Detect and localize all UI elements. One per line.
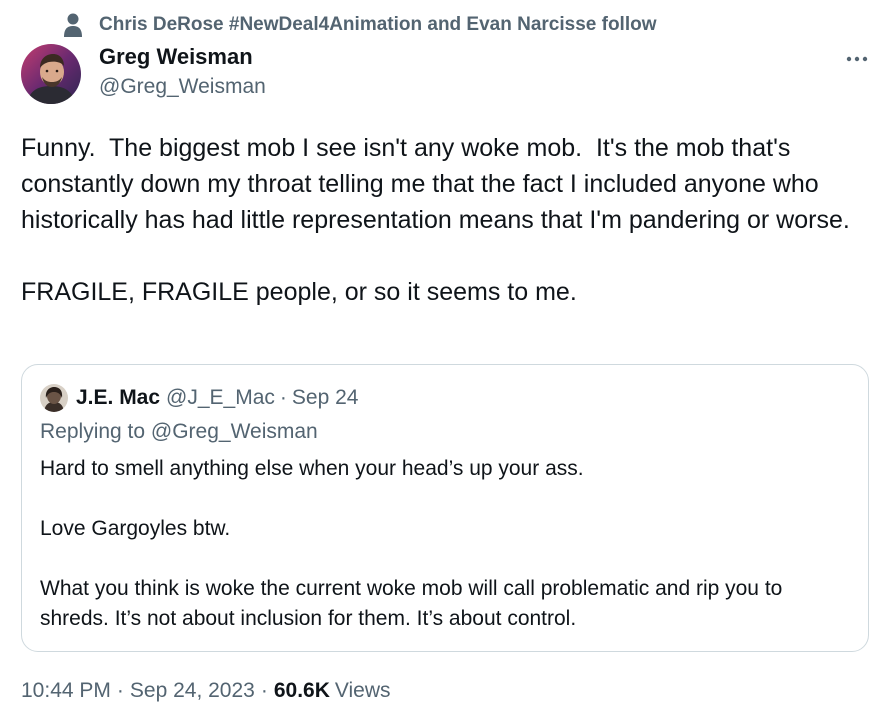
author-name[interactable]: Greg Weisman bbox=[99, 44, 253, 70]
meta-separator-2: · bbox=[260, 679, 268, 702]
quoted-date: Sep 24 bbox=[291, 386, 359, 409]
quoted-replying-to: Replying to @Greg_Weisman bbox=[40, 420, 318, 443]
quoted-author-handle: @J_E_Mac bbox=[166, 386, 275, 409]
tweet-time[interactable]: 10:44 PM bbox=[21, 679, 111, 703]
author-avatar[interactable] bbox=[21, 44, 81, 104]
author-handle[interactable]: @Greg_Weisman bbox=[99, 75, 266, 99]
tweet-date[interactable]: Sep 24, 2023 bbox=[130, 679, 255, 703]
quoted-author-name: J.E. Mac bbox=[76, 386, 161, 409]
quoted-tweet-card[interactable]: J.E. Mac @J_E_Mac · Sep 24 Replying to @… bbox=[21, 364, 869, 652]
person-icon bbox=[60, 12, 86, 38]
tweet-text: Funny. The biggest mob I see isn't any w… bbox=[21, 134, 850, 306]
social-context[interactable]: Chris DeRose #NewDeal4Animation and Evan… bbox=[60, 12, 657, 38]
more-options-button[interactable] bbox=[838, 44, 876, 72]
quoted-author-avatar bbox=[40, 384, 68, 412]
meta-separator: · bbox=[116, 679, 124, 702]
quoted-separator: · bbox=[279, 386, 287, 409]
views-count: 60.6K bbox=[273, 679, 330, 702]
more-horizontal-icon bbox=[846, 49, 868, 67]
views-label: Views bbox=[334, 679, 391, 702]
quoted-tweet-text: Hard to smell anything else when your he… bbox=[40, 457, 783, 630]
quoted-tweet-header: J.E. Mac @J_E_Mac · Sep 24 bbox=[40, 384, 358, 412]
social-context-text: Chris DeRose #NewDeal4Animation and Evan… bbox=[99, 14, 657, 35]
tweet-meta: 10:44 PM · Sep 24, 2023 · 60.6K Views bbox=[21, 679, 391, 703]
